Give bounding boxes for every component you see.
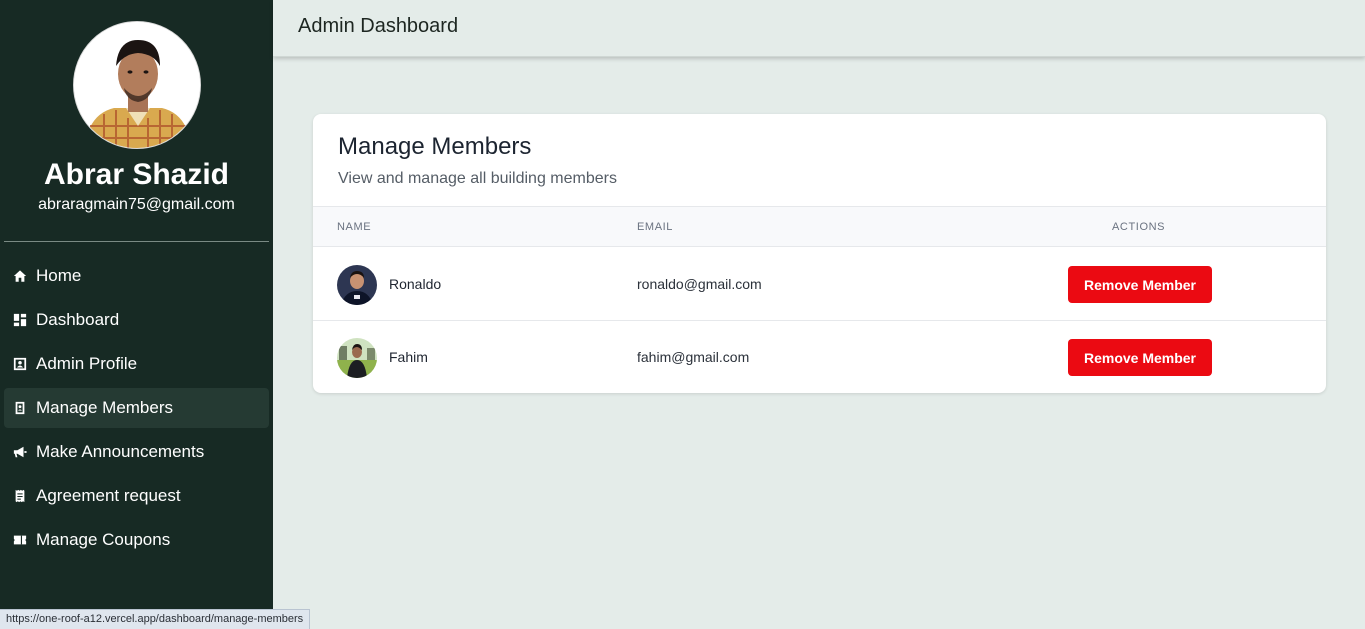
sidebar-item-make-announcements[interactable]: Make Announcements	[4, 432, 269, 472]
coupon-icon	[12, 532, 28, 548]
table-row: Fahim fahim@gmail.com Remove Member	[313, 321, 1326, 393]
column-header-actions: ACTIONS	[1112, 221, 1166, 233]
member-avatar	[337, 265, 377, 305]
sidebar-divider	[4, 241, 269, 242]
remove-member-button[interactable]: Remove Member	[1068, 266, 1212, 303]
profile-avatar	[73, 21, 201, 149]
profile-email: abraragmain75@gmail.com	[38, 196, 235, 213]
sidebar-item-agreement-request[interactable]: Agreement request	[4, 476, 269, 516]
sidebar-item-manage-members[interactable]: Manage Members	[4, 388, 269, 428]
member-email: fahim@gmail.com	[637, 349, 750, 365]
remove-member-button[interactable]: Remove Member	[1068, 339, 1212, 376]
dashboard-icon	[12, 312, 28, 328]
sidebar-item-admin-profile[interactable]: Admin Profile	[4, 344, 269, 384]
member-avatar	[337, 338, 377, 378]
megaphone-icon	[12, 444, 28, 460]
profile-icon	[12, 356, 28, 372]
column-header-name: NAME	[337, 221, 372, 233]
sidebar-item-label: Home	[36, 266, 82, 285]
members-icon	[12, 400, 28, 416]
member-name: Fahim	[389, 349, 428, 365]
top-bar: Admin Dashboard	[273, 0, 1365, 57]
member-name: Ronaldo	[389, 276, 442, 292]
card-subtitle: View and manage all building members	[338, 170, 617, 187]
table-header: NAME EMAIL ACTIONS	[313, 206, 1326, 247]
sidebar-item-manage-coupons[interactable]: Manage Coupons	[4, 520, 269, 560]
sidebar-item-label: Manage Coupons	[36, 530, 171, 549]
receipt-icon	[12, 488, 28, 504]
table-row: Ronaldo ronaldo@gmail.com Remove Member	[313, 248, 1326, 321]
sidebar-item-label: Make Announcements	[36, 442, 205, 461]
sidebar: Abrar Shazid abraragmain75@gmail.com Hom…	[0, 0, 273, 629]
status-bar-url: https://one-roof-a12.vercel.app/dashboar…	[0, 609, 311, 629]
sidebar-item-label: Admin Profile	[36, 354, 138, 373]
sidebar-item-label: Manage Members	[36, 398, 174, 417]
column-header-email: EMAIL	[637, 221, 674, 233]
sidebar-item-home[interactable]: Home	[4, 256, 269, 296]
sidebar-nav: Home Dashboard Admin Profile Manage Memb…	[4, 256, 269, 564]
profile-name: Abrar Shazid	[43, 158, 230, 191]
card-title: Manage Members	[338, 133, 532, 160]
home-icon	[12, 268, 28, 284]
sidebar-item-label: Dashboard	[36, 310, 120, 329]
member-email: ronaldo@gmail.com	[637, 276, 762, 292]
page-title: Admin Dashboard	[298, 15, 459, 37]
sidebar-item-dashboard[interactable]: Dashboard	[4, 300, 269, 340]
sidebar-item-label: Agreement request	[36, 486, 181, 505]
manage-members-card: Manage Members View and manage all build…	[313, 114, 1326, 393]
